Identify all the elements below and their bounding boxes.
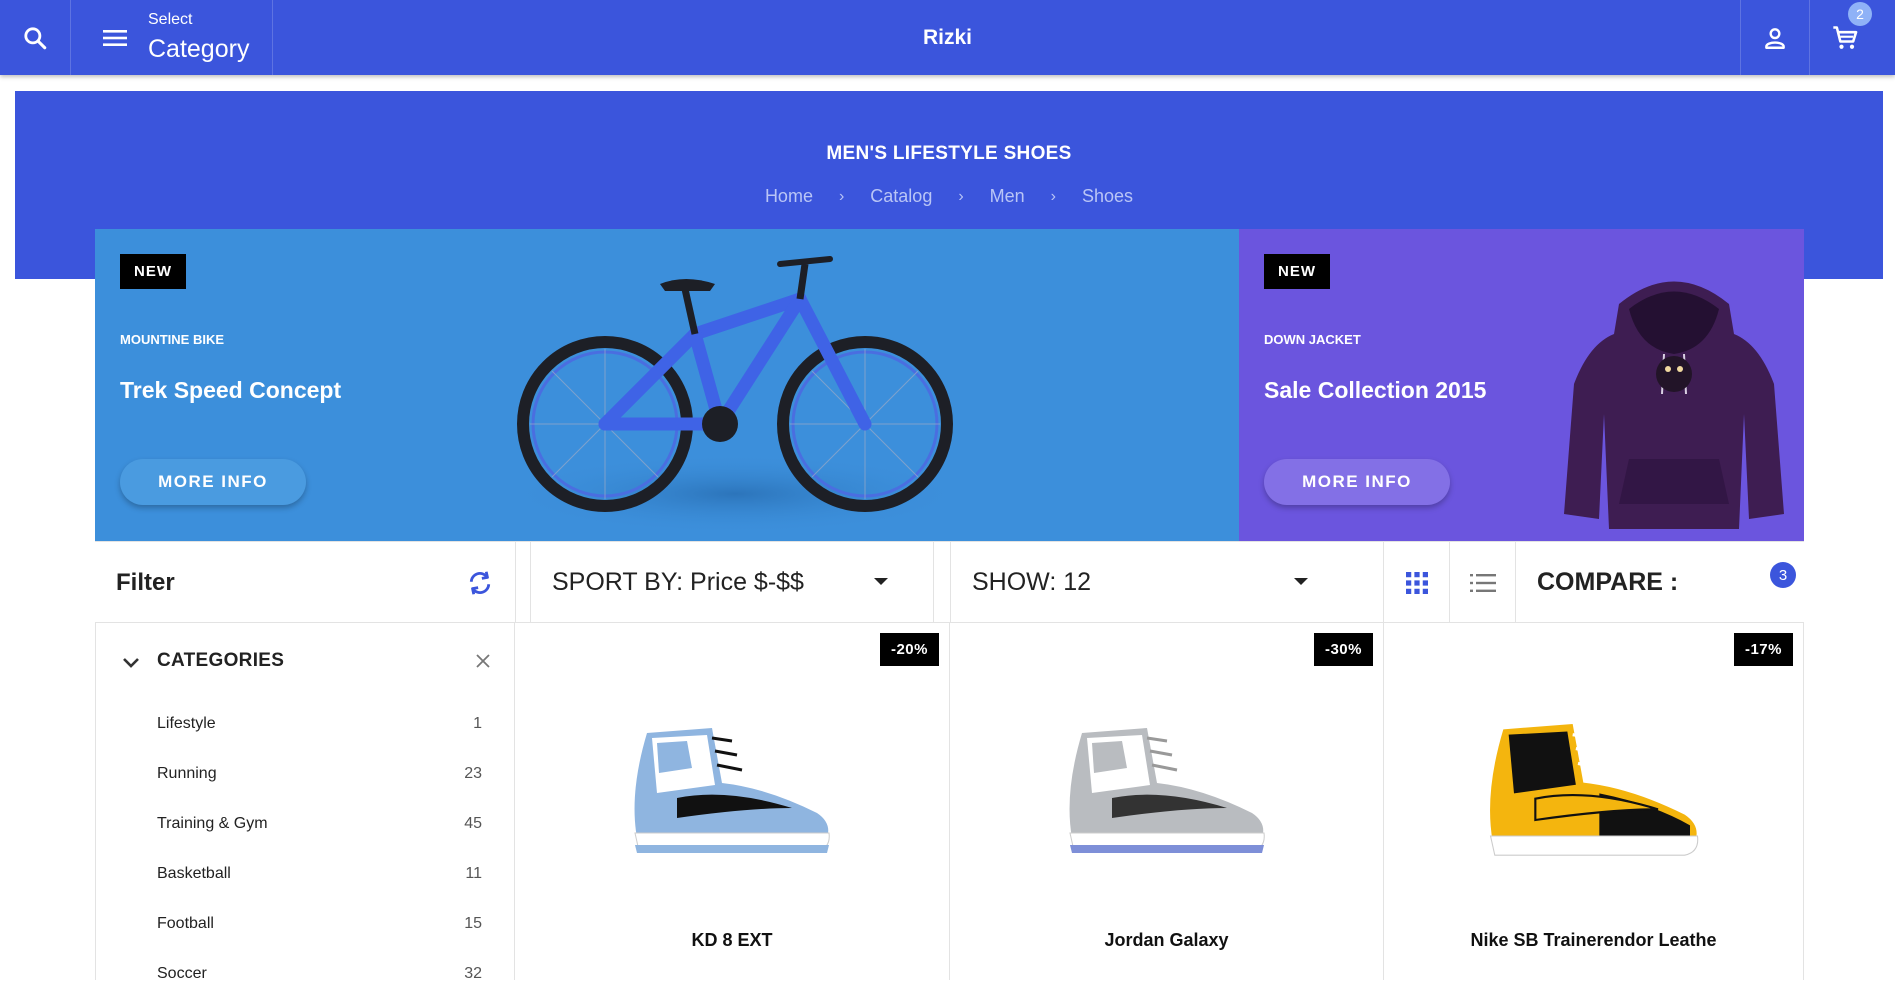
product-card[interactable]: -17% Nike SB Trainerendor Leathe (1384, 623, 1804, 980)
category-label: Training & Gym (157, 815, 268, 832)
category-item[interactable]: Basketball 11 (96, 849, 514, 899)
dropdown-arrow-icon (1294, 578, 1308, 585)
select-label: Select (148, 10, 193, 28)
cart-button[interactable]: 2 (1810, 0, 1880, 75)
discount-badge: -30% (1313, 633, 1373, 666)
divider (70, 0, 71, 75)
sneaker-image (634, 728, 830, 853)
category-label: Soccer (157, 965, 207, 982)
close-icon[interactable] (474, 652, 492, 670)
compare-label: COMPARE : (1537, 568, 1679, 596)
promo-banner-bike: NEW MOUNTINE BIKE Trek Speed Concept MOR… (95, 229, 1239, 541)
discount-badge: -17% (1733, 633, 1793, 666)
product-name[interactable]: Jordan Galaxy (950, 930, 1383, 951)
promo-kicker: DOWN JACKET (1264, 332, 1361, 347)
breadcrumb: Home › Catalog › Men › Shoes (15, 186, 1883, 207)
user-icon (1765, 27, 1785, 49)
mountain-bike-image (505, 256, 965, 534)
product-image[interactable] (950, 698, 1383, 878)
category-label: Football (157, 915, 214, 932)
search-icon (24, 26, 47, 49)
category-count: 45 (464, 815, 482, 832)
promo-headline: Trek Speed Concept (120, 377, 342, 403)
new-badge: NEW (1264, 254, 1330, 289)
refresh-icon[interactable] (465, 568, 495, 598)
breadcrumb-men[interactable]: Men (990, 186, 1025, 207)
category-label: Running (157, 765, 217, 782)
category-menu-button[interactable]: Select Category (72, 0, 272, 75)
category-select-text: Select Category (148, 11, 249, 65)
more-info-button[interactable]: MORE INFO (1264, 459, 1450, 505)
product-card[interactable]: -20% KD 8 EXT (515, 623, 950, 980)
category-label: Basketball (157, 865, 231, 882)
category-list: Lifestyle 1 Running 23 Training & Gym 45 Ba… (96, 699, 514, 999)
show-label: SHOW: 12 (972, 568, 1092, 596)
category-count: 23 (464, 765, 482, 782)
purple-hoodie-image (1564, 281, 1784, 529)
sneaker-image (1068, 728, 1265, 853)
sort-select[interactable]: SPORT BY: Price $-$$ (530, 542, 950, 623)
category-label: Lifestyle (157, 715, 216, 732)
divider (1515, 542, 1516, 623)
catalog-toolbar: Filter SPORT BY: Price $-$$ SHOW: 12 COM… (95, 541, 1804, 623)
dropdown-arrow-icon (874, 578, 888, 585)
category-item[interactable]: Training & Gym 45 (96, 799, 514, 849)
brand-title: Rizki (922, 25, 972, 49)
promo-banner-jacket: NEW DOWN JACKET Sale Collection 2015 MOR… (1239, 229, 1804, 541)
category-item[interactable]: Running 23 (96, 749, 514, 799)
divider (272, 0, 273, 75)
breadcrumb-catalog[interactable]: Catalog (870, 186, 932, 207)
new-badge: NEW (120, 254, 186, 289)
filter-header: Filter (95, 542, 515, 623)
category-item[interactable]: Football 15 (96, 899, 514, 949)
filter-sidebar: CATEGORIES Lifestyle 1 Running 23 Training… (95, 623, 515, 982)
product-name[interactable]: Nike SB Trainerendor Leathe (1384, 930, 1803, 951)
menu-icon (103, 29, 127, 46)
chevron-right-icon: › (1050, 187, 1056, 205)
list-icon (1469, 573, 1496, 592)
grid-icon (1405, 571, 1428, 594)
grid-view-button[interactable] (1384, 542, 1449, 623)
filter-title: Filter (116, 568, 175, 596)
cart-count-badge: 2 (1848, 2, 1872, 26)
product-image[interactable] (515, 698, 949, 878)
compare-count-badge: 3 (1770, 562, 1796, 588)
category-count: 32 (464, 965, 482, 982)
sort-label: SPORT BY: Price $-$$ (552, 568, 804, 596)
category-item[interactable]: Soccer 32 (96, 949, 514, 999)
category-item[interactable]: Lifestyle 1 (96, 699, 514, 749)
promo-headline: Sale Collection 2015 (1264, 377, 1487, 403)
account-button[interactable] (1740, 0, 1810, 75)
categories-header: CATEGORIES (96, 623, 514, 699)
cart-icon (1833, 25, 1858, 49)
more-info-button[interactable]: MORE INFO (120, 459, 306, 505)
list-view-button[interactable] (1450, 542, 1515, 623)
search-button[interactable] (0, 0, 70, 75)
top-app-bar: Select Category Rizki 2 (0, 0, 1895, 75)
show-select[interactable]: SHOW: 12 (950, 542, 1370, 623)
category-count: 1 (473, 715, 482, 732)
category-label: Category (148, 34, 250, 63)
category-count: 11 (465, 865, 482, 882)
promo-kicker: MOUNTINE BIKE (120, 332, 224, 347)
chevron-right-icon: › (958, 187, 964, 205)
discount-badge: -20% (879, 633, 939, 666)
product-name[interactable]: KD 8 EXT (515, 930, 949, 951)
compare-button[interactable]: COMPARE : 3 (1527, 542, 1804, 623)
divider (515, 542, 516, 623)
product-card[interactable]: -30% Jordan Galaxy (950, 623, 1384, 980)
divider (933, 542, 934, 623)
breadcrumb-shoes[interactable]: Shoes (1082, 186, 1133, 207)
category-count: 15 (464, 915, 482, 932)
categories-title: CATEGORIES (157, 650, 285, 671)
sneaker-image (1489, 724, 1698, 856)
product-image[interactable] (1384, 698, 1803, 878)
page-title: MEN'S LIFESTYLE SHOES (826, 143, 1072, 164)
chevron-right-icon: › (838, 187, 845, 205)
breadcrumb-home[interactable]: Home (765, 186, 813, 207)
chevron-down-icon[interactable] (121, 653, 141, 673)
